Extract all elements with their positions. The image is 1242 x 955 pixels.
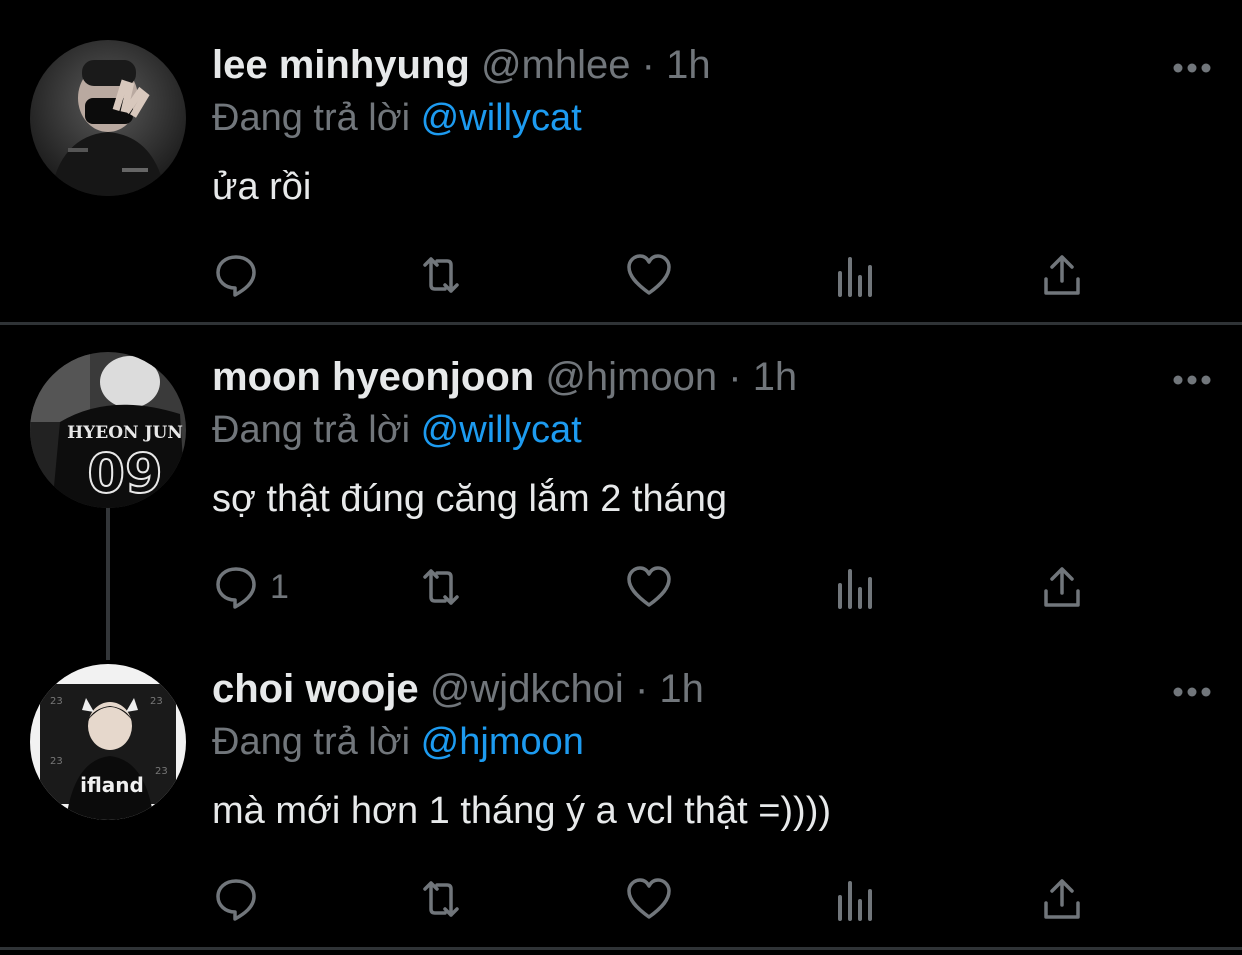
divider bbox=[0, 947, 1242, 950]
share-icon bbox=[1044, 879, 1080, 919]
tweet-text: ửa rồi bbox=[212, 166, 312, 208]
tweet-text: mà mới hơn 1 tháng ý a vcl thật =)))) bbox=[212, 790, 832, 832]
tweet-header: moon hyeonjoon @hjmoon · 1h bbox=[212, 354, 797, 400]
svg-text:23: 23 bbox=[50, 756, 63, 767]
tweet-1[interactable]: lee minhyung @mhlee · 1h Đang trả lời @w… bbox=[0, 0, 1242, 325]
more-dots-icon[interactable] bbox=[1172, 58, 1212, 78]
retweet-icon bbox=[423, 257, 459, 293]
reply-button[interactable] bbox=[212, 250, 270, 300]
share-icon bbox=[1044, 567, 1080, 607]
like-button[interactable] bbox=[625, 874, 673, 924]
separator-dot: · bbox=[728, 355, 742, 399]
heart-icon bbox=[627, 566, 671, 607]
timestamp[interactable]: 1h bbox=[666, 43, 711, 87]
retweet-button[interactable] bbox=[417, 874, 465, 924]
heart-icon bbox=[627, 878, 671, 919]
display-name[interactable]: moon hyeonjoon bbox=[212, 355, 534, 399]
bar-chart-icon bbox=[838, 881, 872, 921]
avatar[interactable]: HYEON JUN 09 bbox=[30, 352, 186, 508]
svg-text:23: 23 bbox=[50, 696, 63, 707]
mention-link[interactable]: @hjmoon bbox=[421, 721, 584, 763]
action-bar: 1 bbox=[212, 562, 1112, 612]
more-dots-icon[interactable] bbox=[1172, 370, 1212, 390]
jersey-name-text: HYEON JUN bbox=[67, 423, 183, 443]
tweet-header: choi wooje @wjdkchoi · 1h bbox=[212, 666, 704, 712]
bar-chart-icon bbox=[838, 569, 872, 609]
retweet-button[interactable] bbox=[417, 250, 465, 300]
replying-to-label: Đang trả lời bbox=[212, 97, 411, 139]
action-bar bbox=[212, 874, 1112, 924]
timestamp[interactable]: 1h bbox=[753, 355, 798, 399]
avatar[interactable]: 23 23 23 23 ifland bbox=[30, 664, 186, 820]
divider bbox=[0, 322, 1242, 325]
svg-text:23: 23 bbox=[150, 696, 163, 707]
user-handle[interactable]: @hjmoon bbox=[545, 355, 717, 399]
tweet-text: sợ thật đúng căng lắm 2 tháng bbox=[212, 478, 728, 520]
mention-link[interactable]: @willycat bbox=[421, 409, 582, 451]
share-button[interactable] bbox=[1038, 562, 1086, 612]
timestamp[interactable]: 1h bbox=[659, 667, 704, 711]
share-icon bbox=[1044, 255, 1080, 295]
action-bar bbox=[212, 250, 1112, 300]
avatar[interactable] bbox=[30, 40, 186, 196]
like-button[interactable] bbox=[625, 562, 673, 612]
shirt-text: ifland bbox=[80, 773, 144, 797]
views-button[interactable] bbox=[832, 874, 880, 924]
replying-to-label: Đang trả lời bbox=[212, 409, 411, 451]
speech-bubble-icon bbox=[216, 255, 256, 297]
views-button[interactable] bbox=[832, 562, 880, 612]
heart-icon bbox=[627, 254, 671, 295]
thread-connector bbox=[106, 508, 110, 660]
replying-to: Đang trả lời @willycat bbox=[212, 407, 582, 453]
replying-to: Đang trả lời @hjmoon bbox=[212, 719, 584, 765]
jersey-number-text: 09 bbox=[87, 442, 162, 505]
separator-dot: · bbox=[641, 43, 655, 87]
svg-text:23: 23 bbox=[155, 766, 168, 777]
speech-bubble-icon bbox=[216, 567, 256, 609]
replying-to: Đang trả lời @willycat bbox=[212, 95, 582, 141]
user-handle[interactable]: @mhlee bbox=[481, 43, 631, 87]
replying-to-label: Đang trả lời bbox=[212, 721, 411, 763]
like-button[interactable] bbox=[625, 250, 673, 300]
views-button[interactable] bbox=[832, 250, 880, 300]
tweet-2[interactable]: HYEON JUN 09 moon hyeonjoon @hjmoon · 1h… bbox=[0, 330, 1242, 660]
separator-dot: · bbox=[634, 667, 649, 711]
more-dots-icon[interactable] bbox=[1172, 682, 1212, 702]
speech-bubble-icon bbox=[216, 879, 256, 921]
share-button[interactable] bbox=[1038, 874, 1086, 924]
mention-link[interactable]: @willycat bbox=[421, 97, 582, 139]
user-handle[interactable]: @wjdkchoi bbox=[430, 667, 624, 711]
reply-button[interactable] bbox=[212, 874, 270, 924]
display-name[interactable]: choi wooje bbox=[212, 667, 419, 711]
reply-button[interactable]: 1 bbox=[212, 562, 289, 612]
retweet-button[interactable] bbox=[417, 562, 465, 612]
bar-chart-icon bbox=[838, 257, 872, 297]
tweet-header: lee minhyung @mhlee · 1h bbox=[212, 42, 711, 88]
display-name[interactable]: lee minhyung bbox=[212, 43, 470, 87]
tweet-3[interactable]: 23 23 23 23 ifland choi wooje @wjdkchoi · … bbox=[0, 642, 1242, 955]
retweet-icon bbox=[423, 881, 459, 917]
retweet-icon bbox=[423, 569, 459, 605]
reply-count: 1 bbox=[270, 567, 289, 606]
share-button[interactable] bbox=[1038, 250, 1086, 300]
